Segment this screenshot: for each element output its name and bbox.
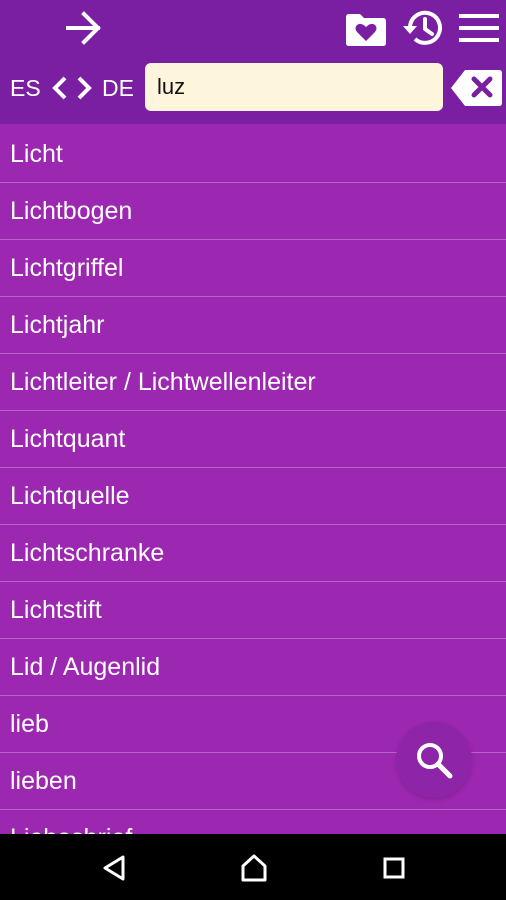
result-item[interactable]: Lichtgriffel (0, 240, 506, 297)
result-item[interactable]: Lichtschranke (0, 525, 506, 582)
chevron-left-icon (52, 76, 67, 100)
result-item[interactable]: Lichtjahr (0, 297, 506, 354)
language-bar: ES DE (0, 62, 506, 114)
toolbar (0, 0, 506, 56)
app-root: ES DE LichtLichtbogenLichtgriffelL (0, 0, 506, 900)
favorites-button[interactable] (342, 8, 390, 50)
backspace-x-icon (451, 70, 502, 106)
nav-recents-button[interactable] (372, 848, 416, 888)
nav-home-button[interactable] (232, 848, 276, 888)
system-nav-bar (0, 834, 506, 900)
swap-left-button[interactable] (50, 74, 70, 102)
search-input[interactable] (145, 63, 443, 111)
menu-icon (459, 14, 499, 42)
result-item[interactable]: Licht (0, 126, 506, 183)
result-item[interactable]: Lid / Augenlid (0, 639, 506, 696)
result-item[interactable]: Liebesbrief (0, 810, 506, 835)
menu-button[interactable] (456, 8, 502, 48)
nav-back-button[interactable] (92, 848, 136, 888)
result-item[interactable]: Lichtbogen (0, 183, 506, 240)
forward-button[interactable] (62, 8, 106, 48)
home-icon (241, 854, 267, 882)
result-item[interactable]: Lichtleiter / Lichtwellenleiter (0, 354, 506, 411)
recents-icon (383, 857, 405, 879)
top-bar: ES DE (0, 0, 506, 124)
search-fab-button[interactable] (396, 722, 472, 798)
history-icon (403, 10, 442, 45)
clear-search-button[interactable] (449, 68, 503, 108)
target-language[interactable]: DE (102, 74, 134, 102)
source-language[interactable]: ES (10, 74, 41, 102)
arrow-right-icon (66, 11, 101, 45)
history-button[interactable] (398, 6, 448, 50)
result-item[interactable]: Lichtquelle (0, 468, 506, 525)
chevron-right-icon (77, 76, 92, 100)
result-item[interactable]: Lichtquant (0, 411, 506, 468)
result-item[interactable]: Lichtstift (0, 582, 506, 639)
swap-right-button[interactable] (74, 74, 94, 102)
heart-folder-icon (346, 14, 386, 46)
back-icon (103, 855, 125, 881)
search-icon (417, 743, 453, 779)
